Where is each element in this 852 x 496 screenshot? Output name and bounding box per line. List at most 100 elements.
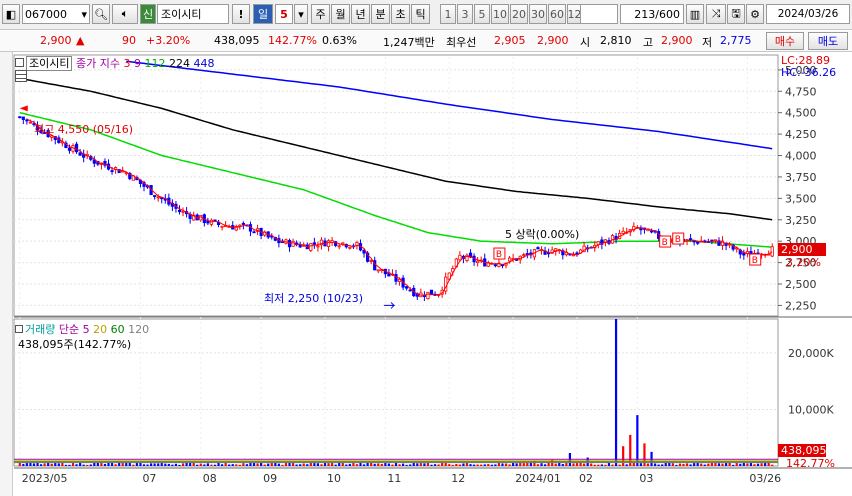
interval-input[interactable] xyxy=(580,4,618,24)
volume-bar xyxy=(749,462,753,466)
volume-bar xyxy=(636,415,639,466)
volume-bar xyxy=(540,463,543,466)
price-tick-label: 2,500 xyxy=(785,278,817,291)
ma-legend-224: 224 xyxy=(168,57,190,70)
save-icon[interactable]: 🖫︎ xyxy=(727,4,745,24)
price-tick-label: 4,500 xyxy=(785,107,817,120)
candle-body xyxy=(153,195,157,197)
volume-bar xyxy=(561,464,564,466)
volume: 438,095 xyxy=(214,34,260,47)
candle-body xyxy=(291,241,295,247)
gear-icon[interactable]: ⚙︎ xyxy=(746,4,764,24)
candle-body xyxy=(426,291,430,300)
volume-bar xyxy=(377,463,380,466)
top-toolbar: ◧ 067000 ▾ 🔍︎ 🔈︎ 신 조이시티 ! 일 5 ▾ 주월년분초틱 13… xyxy=(0,0,852,30)
volume-bar xyxy=(746,463,749,466)
current-volume-tag: 438,095 xyxy=(778,444,827,457)
date-input[interactable]: 2024/03/26 xyxy=(766,4,850,24)
volume-bar xyxy=(153,463,156,466)
volume-bar xyxy=(671,463,674,466)
candle-body xyxy=(110,170,114,172)
volume-bar xyxy=(416,463,419,466)
volume-bar xyxy=(504,463,508,466)
stock-code-input[interactable]: 067000 ▾ xyxy=(22,4,90,24)
volume-bar xyxy=(295,464,298,466)
table-icon[interactable] xyxy=(15,70,27,82)
buy-button[interactable]: 매수 xyxy=(766,32,804,50)
volume-bar xyxy=(50,463,53,466)
volume-bar xyxy=(693,463,696,466)
chart-area[interactable]: 5,0004,7504,5004,2504,0003,7503,5003,250… xyxy=(0,52,852,496)
volume-bar xyxy=(441,462,444,466)
period-button-4[interactable]: 초 xyxy=(391,4,410,24)
volume-bar xyxy=(320,464,323,466)
low-annotation: 최저 2,250 (10/23) xyxy=(264,292,364,305)
volume-bar xyxy=(490,464,493,466)
period-button-2[interactable]: 년 xyxy=(351,4,370,24)
volume-bar xyxy=(291,462,295,466)
alert-button[interactable]: ! xyxy=(232,4,250,24)
ma448-line xyxy=(126,60,773,150)
candle-body xyxy=(348,246,352,249)
volume-tick-label: 10,000K xyxy=(788,403,834,416)
interval-button-5[interactable]: 5 xyxy=(474,4,490,24)
x-tick-label: 2023/05 xyxy=(22,472,68,485)
volume-bar xyxy=(661,464,664,466)
interval-button-1[interactable]: 1 xyxy=(440,4,456,24)
volume-bar xyxy=(380,463,383,466)
candle-body xyxy=(405,286,409,289)
price-tick-label: 3,500 xyxy=(785,192,817,205)
volume-bar xyxy=(164,463,167,466)
period-num[interactable]: 5 xyxy=(275,4,293,24)
interval-button-10[interactable]: 10 xyxy=(491,4,509,24)
period-button-3[interactable]: 분 xyxy=(371,4,390,24)
vol-legend-120: 120 xyxy=(128,323,150,336)
price-tick-label: 3,250 xyxy=(785,214,817,227)
window-icon[interactable]: ◧ xyxy=(2,4,20,24)
volume-bar xyxy=(579,462,582,466)
period-button-1[interactable]: 월 xyxy=(331,4,350,24)
volume-bar xyxy=(764,462,767,466)
candle-body xyxy=(74,143,79,153)
count-input[interactable]: 213/600 xyxy=(620,4,684,24)
volume-bar xyxy=(476,464,479,466)
price-tick-label: 4,250 xyxy=(785,128,817,141)
volume-bar xyxy=(398,464,401,466)
volume-bar xyxy=(469,464,472,466)
best-ask: 2,905 xyxy=(494,34,526,47)
volume-bar xyxy=(263,464,266,466)
grid-icon[interactable] xyxy=(15,58,24,67)
period-unit[interactable]: 일 xyxy=(253,4,273,24)
ma-legend-label: 종가 지수 xyxy=(75,57,120,70)
volume-ratio: 142.77% xyxy=(268,34,317,47)
volume-bar xyxy=(341,462,344,466)
volume-bar xyxy=(231,464,234,466)
interval-button-3[interactable]: 3 xyxy=(457,4,473,24)
sell-button[interactable]: 매도 xyxy=(808,32,848,50)
volume-bar xyxy=(604,464,607,466)
candle-body xyxy=(18,116,22,119)
volume-bar xyxy=(600,464,603,466)
interval-button-60[interactable]: 60 xyxy=(548,4,566,24)
volume-bar xyxy=(203,464,206,466)
candle-type-icon[interactable]: ▥ xyxy=(686,4,704,24)
speaker-icon[interactable]: 🔈︎ xyxy=(112,4,138,24)
tools-icon[interactable]: ⤨ xyxy=(706,4,726,24)
x-tick-label: 03/26 xyxy=(749,472,781,485)
volume-bar xyxy=(142,464,146,466)
volume-bar xyxy=(281,464,284,466)
interval-button-20[interactable]: 20 xyxy=(510,4,528,24)
current-change-tag: 3.20% xyxy=(786,256,821,269)
candle-body xyxy=(688,238,693,241)
volume-bar xyxy=(515,463,518,466)
search-icon[interactable]: 🔍︎ xyxy=(92,4,110,24)
grid-icon[interactable] xyxy=(15,325,23,333)
x-tick-label: 11 xyxy=(387,472,401,485)
period-dropdown[interactable]: ▾ xyxy=(294,4,308,24)
interval-button-30[interactable]: 30 xyxy=(529,4,547,24)
volume-bar xyxy=(384,462,387,466)
volume-tick-label: 20,000K xyxy=(788,347,834,360)
period-button-5[interactable]: 틱 xyxy=(411,4,430,24)
count-total: /600 xyxy=(655,7,680,21)
period-button-0[interactable]: 주 xyxy=(311,4,330,24)
